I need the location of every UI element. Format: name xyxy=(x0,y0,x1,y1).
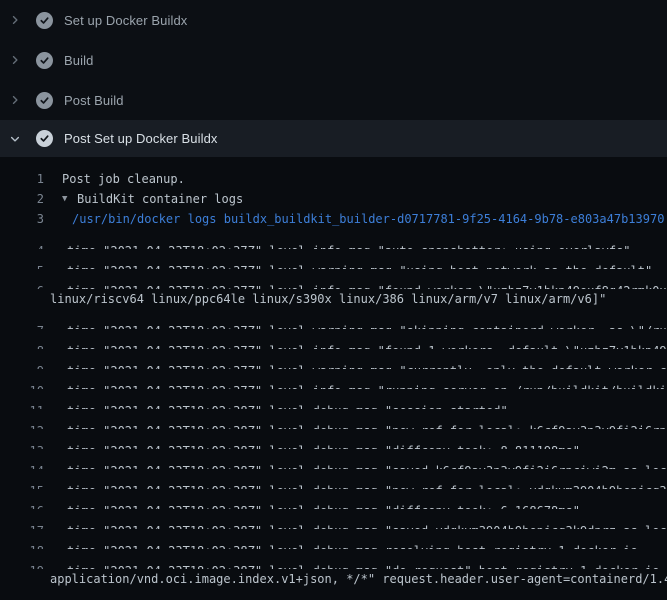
log-row: 2 ▼BuildKit container logs xyxy=(0,189,667,209)
log-row: 9 time="2021-04-23T18:02:37Z" level=warni… xyxy=(0,349,667,369)
log-text: BuildKit container logs xyxy=(77,189,243,209)
log-text: time="2021-04-23T18:02:38Z" level=debug … xyxy=(67,421,667,429)
line-number[interactable]: 12 xyxy=(0,421,44,429)
log-row: 11 time="2021-04-23T18:02:38Z" level=debu… xyxy=(0,389,667,409)
log-row: 14 time="2021-04-23T18:02:38Z" level=debu… xyxy=(0,449,667,469)
check-circle-icon xyxy=(36,130,53,147)
chevron-right-icon[interactable] xyxy=(9,94,21,106)
log-text: time="2021-04-23T18:02:37Z" level=info m… xyxy=(67,281,667,289)
workflow-steps-list: Set up Docker Buildx Build Post Build Post … xyxy=(0,0,667,157)
log-text: time="2021-04-23T18:02:38Z" level=debug … xyxy=(67,441,580,449)
log-text: time="2021-04-23T18:02:37Z" level=warnin… xyxy=(67,261,652,269)
log-text: time="2021-04-23T18:02:38Z" level=debug … xyxy=(67,561,667,569)
chevron-right-icon[interactable] xyxy=(9,54,21,66)
line-number[interactable]: 19 xyxy=(0,561,44,569)
step-label: Post Set up Docker Buildx xyxy=(64,131,218,146)
line-number[interactable]: 3 xyxy=(0,209,44,229)
line-number[interactable]: 11 xyxy=(0,401,44,409)
line-number[interactable]: 5 xyxy=(0,261,44,269)
log-row: 4 time="2021-04-23T18:02:37Z" level=info … xyxy=(0,229,667,249)
log-row: 7 time="2021-04-23T18:02:37Z" level=warni… xyxy=(0,309,667,329)
line-number[interactable]: 18 xyxy=(0,541,44,549)
log-text: time="2021-04-23T18:02:38Z" level=debug … xyxy=(67,461,667,469)
step-label: Build xyxy=(64,53,93,68)
check-circle-icon xyxy=(36,52,53,69)
log-row: 15 time="2021-04-23T18:02:38Z" level=debu… xyxy=(0,469,667,489)
log-text: linux/riscv64 linux/ppc64le linux/s390x … xyxy=(50,289,606,309)
log-panel: 1 Post job cleanup. 2 ▼BuildKit container l… xyxy=(0,157,667,600)
log-row: 1 Post job cleanup. xyxy=(0,169,667,189)
chevron-down-icon[interactable] xyxy=(9,133,21,145)
line-number[interactable]: 6 xyxy=(0,281,44,289)
log-text: time="2021-04-23T18:02:38Z" level=debug … xyxy=(67,501,580,509)
log-text: time="2021-04-23T18:02:37Z" level=info m… xyxy=(67,241,631,249)
log-row: 5 time="2021-04-23T18:02:37Z" level=warni… xyxy=(0,249,667,269)
line-number[interactable]: 4 xyxy=(0,241,44,249)
log-row: 18 time="2021-04-23T18:02:38Z" level=debu… xyxy=(0,529,667,549)
step-header-set-up-docker-buildx[interactable]: Set up Docker Buildx xyxy=(0,0,667,40)
log-text: application/vnd.oci.image.index.v1+json,… xyxy=(50,569,667,589)
log-text: time="2021-04-23T18:02:38Z" level=debug … xyxy=(67,481,667,489)
log-row: linux/riscv64 linux/ppc64le linux/s390x … xyxy=(0,289,667,309)
log-row: 19 time="2021-04-23T18:02:38Z" level=debu… xyxy=(0,549,667,569)
log-text: Post job cleanup. xyxy=(62,169,185,189)
line-number[interactable]: 1 xyxy=(0,169,44,189)
line-number[interactable]: 14 xyxy=(0,461,44,469)
log-text: time="2021-04-23T18:02:37Z" level=info m… xyxy=(67,341,667,349)
log-row: 20time="2021-04-23T18:02:38Z" level=debu… xyxy=(0,589,667,600)
chevron-right-icon[interactable] xyxy=(9,14,21,26)
log-text: time="2021-04-23T18:02:37Z" level=warnin… xyxy=(67,361,667,369)
step-header-build[interactable]: Build xyxy=(0,40,667,80)
log-command-text: /usr/bin/docker logs buildx_buildkit_bui… xyxy=(72,209,664,229)
log-row: 16 time="2021-04-23T18:02:38Z" level=debu… xyxy=(0,489,667,509)
line-number[interactable]: 17 xyxy=(0,521,44,529)
log-row: 13 time="2021-04-23T18:02:38Z" level=debu… xyxy=(0,429,667,449)
line-number[interactable]: 15 xyxy=(0,481,44,489)
group-toggle-icon[interactable]: ▼ xyxy=(62,189,77,209)
log-row: 17 time="2021-04-23T18:02:38Z" level=debu… xyxy=(0,509,667,529)
log-text: time="2021-04-23T18:02:38Z" level=debug … xyxy=(67,521,667,529)
log-text: time="2021-04-23T18:02:37Z" level=info m… xyxy=(67,381,667,389)
line-number[interactable]: 16 xyxy=(0,501,44,509)
step-header-post-set-up-docker-buildx[interactable]: Post Set up Docker Buildx xyxy=(0,120,667,157)
log-text: time="2021-04-23T18:02:38Z" level=debug … xyxy=(67,541,638,549)
log-row: 10 time="2021-04-23T18:02:37Z" level=info… xyxy=(0,369,667,389)
line-number xyxy=(0,569,44,589)
line-number[interactable]: 9 xyxy=(0,361,44,369)
line-number[interactable]: 10 xyxy=(0,381,44,389)
log-row: 6 time="2021-04-23T18:02:37Z" level=info … xyxy=(0,269,667,289)
log-row: 8 time="2021-04-23T18:02:37Z" level=info … xyxy=(0,329,667,349)
step-label: Post Build xyxy=(64,93,124,108)
line-number[interactable]: 2 xyxy=(0,189,44,209)
check-circle-icon xyxy=(36,92,53,109)
line-number[interactable]: 13 xyxy=(0,441,44,449)
step-header-post-build[interactable]: Post Build xyxy=(0,80,667,120)
log-text: time="2021-04-23T18:02:37Z" level=warnin… xyxy=(67,321,667,329)
log-row: application/vnd.oci.image.index.v1+json,… xyxy=(0,569,667,589)
log-text: time="2021-04-23T18:02:38Z" level=debug … xyxy=(67,401,508,409)
log-row: 12 time="2021-04-23T18:02:38Z" level=debu… xyxy=(0,409,667,429)
line-number xyxy=(0,289,44,309)
line-number[interactable]: 7 xyxy=(0,321,44,329)
step-label: Set up Docker Buildx xyxy=(64,13,187,28)
line-number[interactable]: 8 xyxy=(0,341,44,349)
check-circle-icon xyxy=(36,12,53,29)
log-row: 3/usr/bin/docker logs buildx_buildkit_bu… xyxy=(0,209,667,229)
